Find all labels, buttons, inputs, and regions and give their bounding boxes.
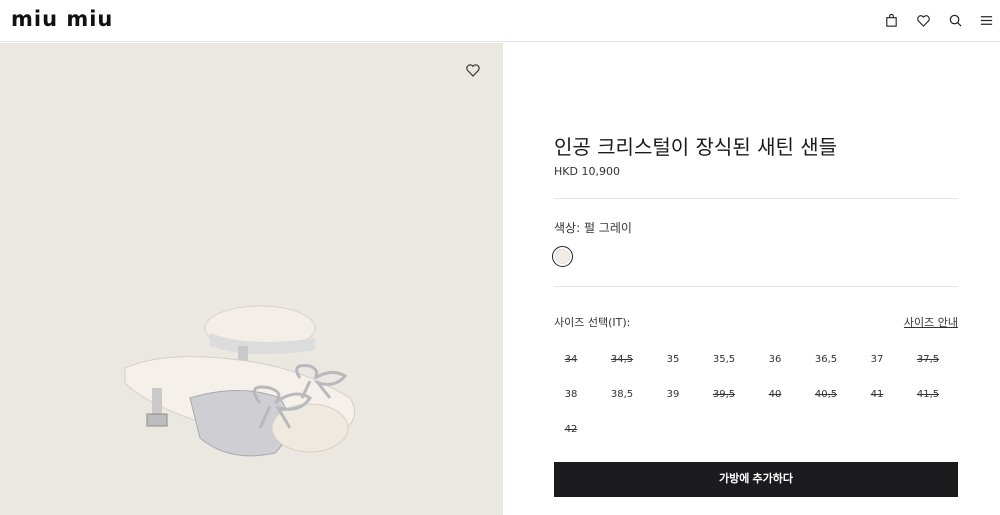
- size-option[interactable]: 42: [554, 418, 588, 442]
- sandal-illustration: [124, 305, 355, 457]
- size-option[interactable]: 40,5: [809, 383, 843, 407]
- size-option[interactable]: 35: [656, 348, 690, 372]
- size-option[interactable]: 38,5: [605, 383, 639, 407]
- size-guide-link[interactable]: 사이즈 안내: [904, 314, 958, 330]
- wishlist-heart-icon[interactable]: [914, 11, 932, 29]
- site-header: miu miu: [0, 0, 1000, 42]
- size-select-label: 사이즈 선택(IT):: [554, 316, 631, 329]
- divider: [554, 198, 958, 199]
- size-option[interactable]: 39: [656, 383, 690, 407]
- size-option[interactable]: 36,5: [809, 348, 843, 372]
- size-option[interactable]: 38: [554, 383, 588, 407]
- size-option[interactable]: 34,5: [605, 348, 639, 372]
- size-option[interactable]: 37,5: [911, 348, 945, 372]
- size-option[interactable]: 34: [554, 348, 588, 372]
- size-option[interactable]: 37: [860, 348, 894, 372]
- product-image[interactable]: [0, 43, 503, 515]
- divider: [554, 286, 958, 287]
- search-icon[interactable]: [946, 11, 964, 29]
- size-option[interactable]: 39,5: [707, 383, 741, 407]
- swatch-fill: [555, 249, 570, 264]
- product-price: HKD 10,900: [554, 165, 620, 178]
- brand-logo[interactable]: miu miu: [11, 8, 113, 30]
- add-to-bag-button[interactable]: 가방에 추가하다: [554, 462, 958, 497]
- menu-icon[interactable]: [977, 11, 995, 29]
- size-option[interactable]: 41: [860, 383, 894, 407]
- size-option[interactable]: 36: [758, 348, 792, 372]
- product-title: 인공 크리스털이 장식된 새틴 샌들: [554, 135, 838, 159]
- size-option[interactable]: 35,5: [707, 348, 741, 372]
- color-label: 색상: 펄 그레이: [554, 221, 632, 235]
- color-swatch-pearl-gray[interactable]: [552, 246, 573, 267]
- size-option[interactable]: 40: [758, 383, 792, 407]
- size-option[interactable]: 41,5: [911, 383, 945, 407]
- add-to-wishlist-heart-icon[interactable]: [465, 62, 483, 80]
- bag-icon[interactable]: [882, 11, 900, 29]
